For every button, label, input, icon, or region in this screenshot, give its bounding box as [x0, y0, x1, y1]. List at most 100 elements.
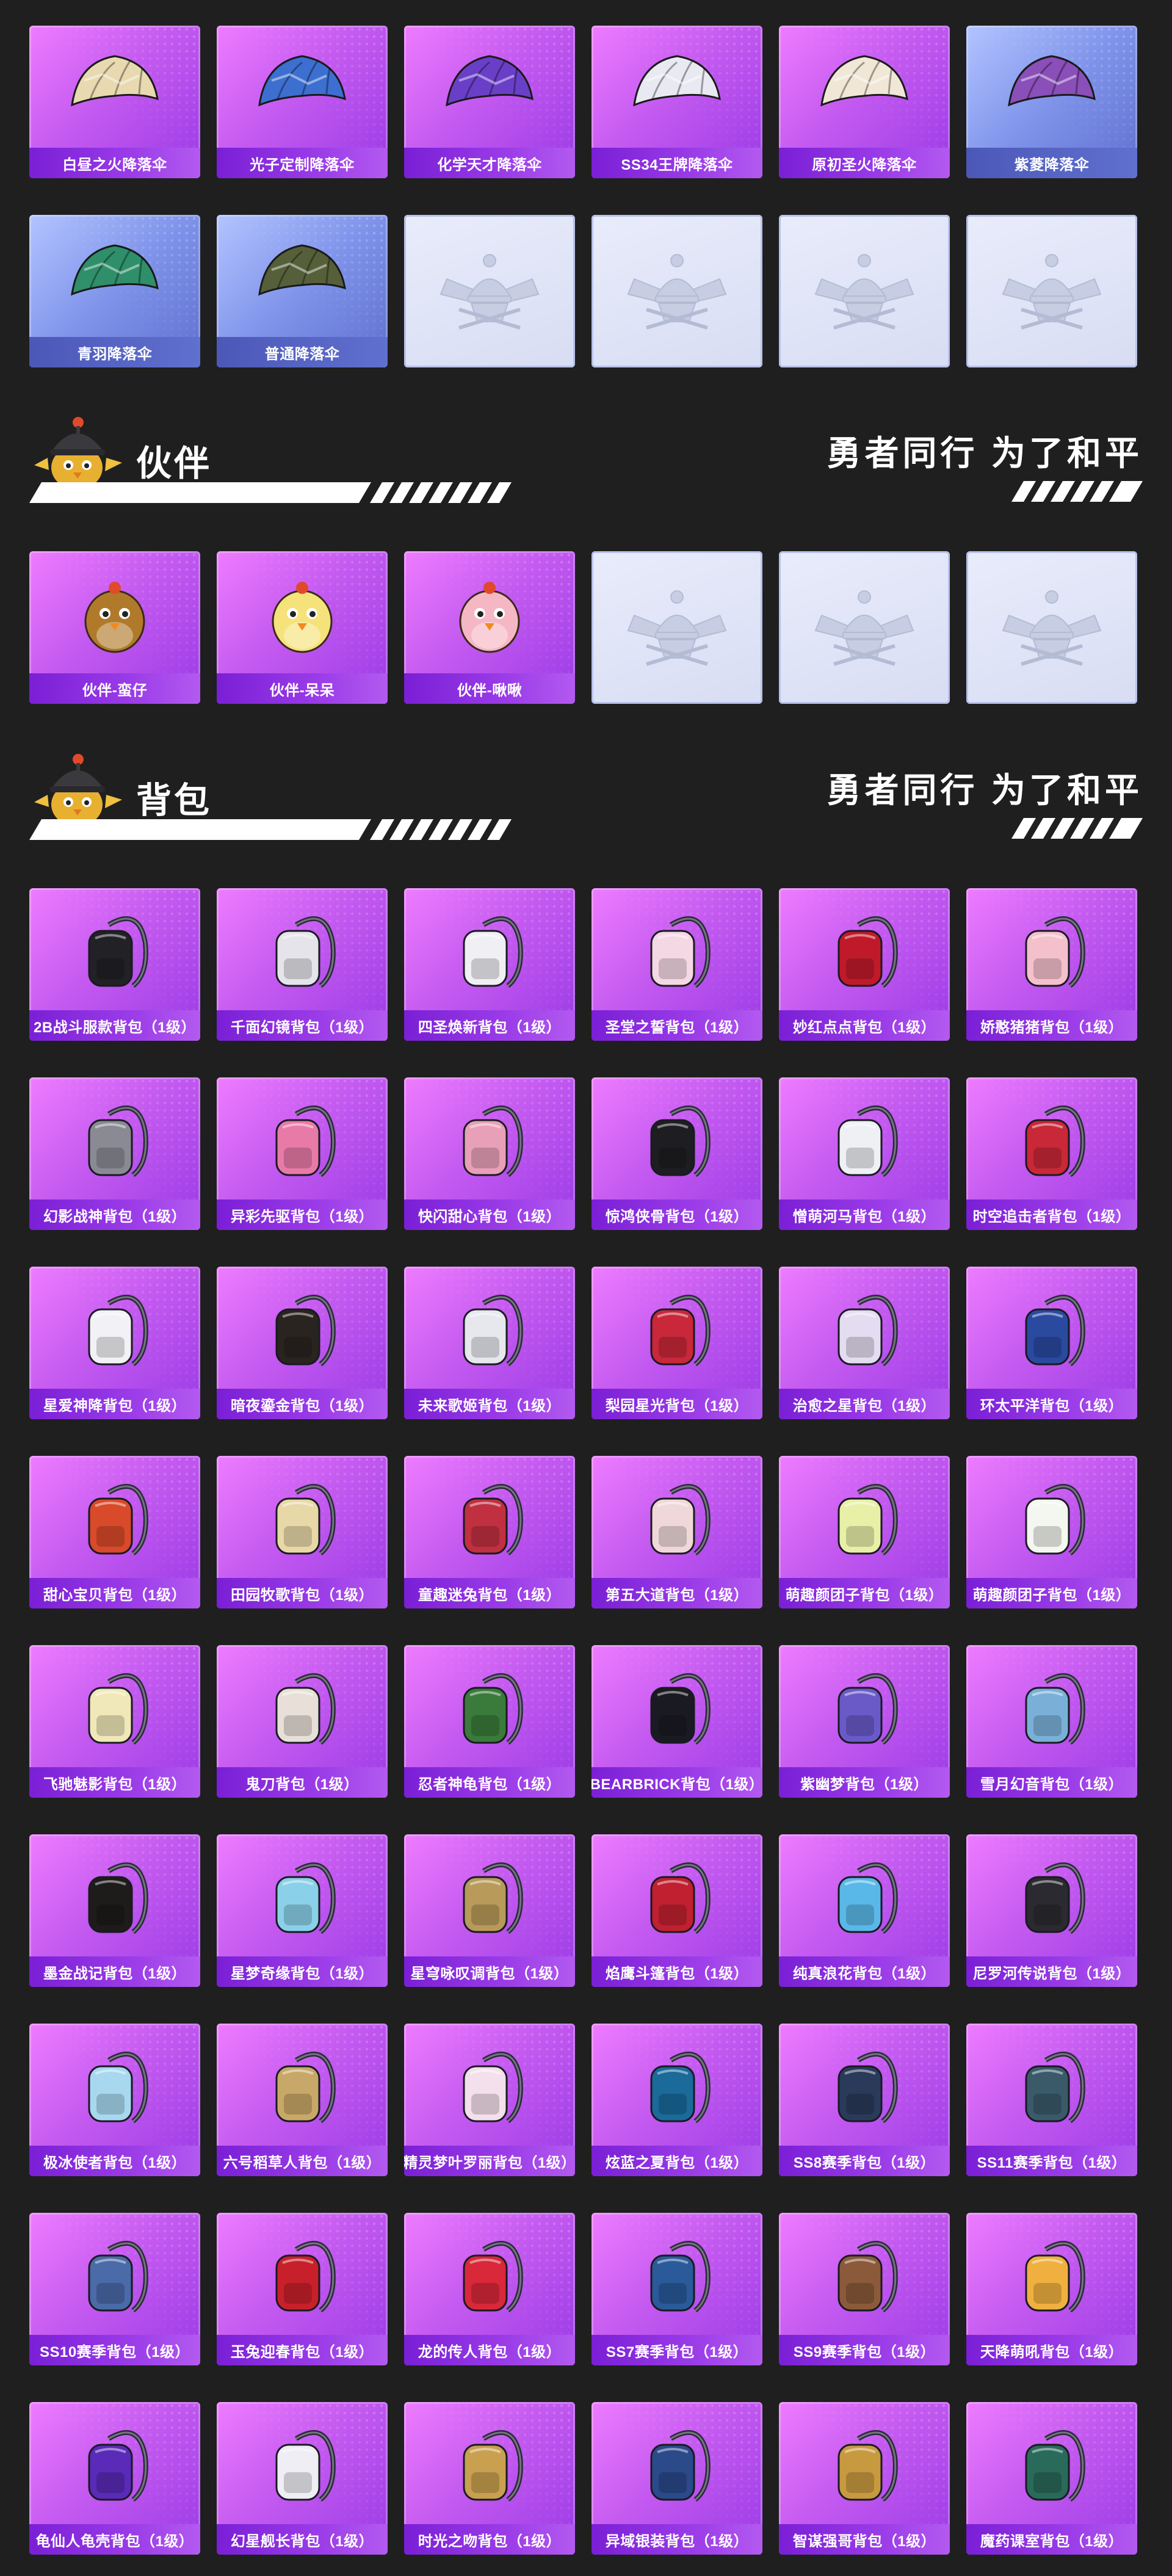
backpack-card[interactable]: 天降萌吼背包（1级）: [966, 2213, 1137, 2365]
backpack-card[interactable]: 焰鹰斗篷背包（1级）: [591, 1834, 762, 1987]
backpack-card[interactable]: SS7赛季背包（1级）: [591, 2213, 762, 2365]
backpack-card[interactable]: 治愈之星背包（1级）: [779, 1267, 950, 1419]
backpack-card[interactable]: 龟仙人龟壳背包（1级）: [29, 2402, 200, 2555]
backpack-card[interactable]: 玉兔迎春背包（1级）: [217, 2213, 388, 2365]
backpack-name: 2B战斗服款背包（1级）: [29, 1010, 200, 1041]
backpack-card[interactable]: 憎萌河马背包（1级）: [779, 1077, 950, 1230]
backpack-card[interactable]: SS11赛季背包（1级）: [966, 2024, 1137, 2176]
backpack-icon: [1025, 1484, 1085, 1556]
empty-slot: [591, 215, 762, 367]
backpack-card[interactable]: BEARBRICK背包（1级）: [591, 1645, 762, 1798]
backpack-icon: [650, 1295, 711, 1367]
backpack-card[interactable]: 飞驰魅影背包（1级）: [29, 1645, 200, 1798]
backpack-card[interactable]: 快闪甜心背包（1级）: [404, 1077, 575, 1230]
placeholder-emblem-icon: [814, 590, 914, 666]
backpack-name: 鬼刀背包（1级）: [217, 1767, 388, 1798]
backpack-card[interactable]: 四圣焕新背包（1级）: [404, 888, 575, 1041]
backpack-card[interactable]: 尼罗河传说背包（1级）: [966, 1834, 1137, 1987]
backpack-card[interactable]: SS8赛季背包（1级）: [779, 2024, 950, 2176]
backpack-section-header: 背包 勇者同行 为了和平: [29, 746, 1143, 850]
backpack-name: 飞驰魅影背包（1级）: [29, 1767, 200, 1798]
backpack-card[interactable]: 鬼刀背包（1级）: [217, 1645, 388, 1798]
parachute-card[interactable]: 普通降落伞: [217, 215, 388, 367]
title-underline-stripes: [29, 819, 512, 840]
backpack-card[interactable]: 魔药课室背包（1级）: [966, 2402, 1137, 2555]
backpack-card[interactable]: 妙红点点背包（1级）: [779, 888, 950, 1041]
backpack-card[interactable]: 星梦奇缘背包（1级）: [217, 1834, 388, 1987]
backpack-name: SS9赛季背包（1级）: [779, 2335, 950, 2365]
backpack-card[interactable]: 暗夜鎏金背包（1级）: [217, 1267, 388, 1419]
section-title: 伙伴: [136, 444, 212, 483]
backpack-name: 圣堂之誓背包（1级）: [591, 1010, 762, 1041]
backpack-card[interactable]: 异彩先驱背包（1级）: [217, 1077, 388, 1230]
backpack-icon: [837, 1484, 898, 1556]
backpack-card[interactable]: 智谋强哥背包（1级）: [779, 2402, 950, 2555]
backpack-name: 萌趣颜团子背包（1级）: [966, 1578, 1137, 1608]
section-title: 背包: [136, 781, 212, 820]
companion-card[interactable]: 伙伴-蛮仔: [29, 551, 200, 704]
backpack-name: 紫幽梦背包（1级）: [779, 1767, 950, 1798]
backpack-card[interactable]: 龙的传人背包（1级）: [404, 2213, 575, 2365]
backpack-icon: [88, 1673, 148, 1745]
backpack-card[interactable]: 田园牧歌背包（1级）: [217, 1456, 388, 1608]
backpack-card[interactable]: 忍者神龟背包（1级）: [404, 1645, 575, 1798]
backpack-card[interactable]: 雪月幻音背包（1级）: [966, 1645, 1137, 1798]
parachute-name: 紫菱降落伞: [966, 148, 1137, 178]
backpack-icon: [88, 1862, 148, 1934]
backpack-card[interactable]: 墨金战记背包（1级）: [29, 1834, 200, 1987]
parachute-card[interactable]: 白昼之火降落伞: [29, 26, 200, 178]
backpack-card[interactable]: 紫幽梦背包（1级）: [779, 1645, 950, 1798]
backpack-card[interactable]: 梨园星光背包（1级）: [591, 1267, 762, 1419]
parachute-card[interactable]: 光子定制降落伞: [217, 26, 388, 178]
backpack-card[interactable]: 2B战斗服款背包（1级）: [29, 888, 200, 1041]
backpack-card[interactable]: 童趣迷兔背包（1级）: [404, 1456, 575, 1608]
backpack-card[interactable]: 甜心宝贝背包（1级）: [29, 1456, 200, 1608]
companion-section-header: 伙伴 勇者同行 为了和平: [29, 409, 1143, 513]
companion-card[interactable]: 伙伴-啾啾: [404, 551, 575, 704]
backpack-icon: [1025, 1105, 1085, 1178]
backpack-icon: [837, 1673, 898, 1745]
backpack-card[interactable]: 异域银装背包（1级）: [591, 2402, 762, 2555]
backpack-card[interactable]: 精灵梦叶罗丽背包（1级）: [404, 2024, 575, 2176]
placeholder-emblem-icon: [440, 254, 540, 330]
backpack-name: 惊鸿侠骨背包（1级）: [591, 1199, 762, 1230]
parachute-card[interactable]: 化学天才降落伞: [404, 26, 575, 178]
backpack-card[interactable]: 萌趣颜团子背包（1级）: [966, 1456, 1137, 1608]
backpack-icon: [88, 916, 148, 988]
parachute-card[interactable]: 紫菱降落伞: [966, 26, 1137, 178]
backpack-card[interactable]: 炫蓝之夏背包（1级）: [591, 2024, 762, 2176]
parachute-card[interactable]: SS34王牌降落伞: [591, 26, 762, 178]
backpack-card[interactable]: 星穹咏叹调背包（1级）: [404, 1834, 575, 1987]
backpack-card[interactable]: 极冰使者背包（1级）: [29, 2024, 200, 2176]
backpack-card[interactable]: 时光之吻背包（1级）: [404, 2402, 575, 2555]
backpack-card[interactable]: 千面幻镜背包（1级）: [217, 888, 388, 1041]
backpack-icon: [1025, 1862, 1085, 1934]
parachute-card[interactable]: 青羽降落伞: [29, 215, 200, 367]
empty-slot: [966, 215, 1137, 367]
backpack-card[interactable]: 圣堂之誓背包（1级）: [591, 888, 762, 1041]
backpack-card[interactable]: 娇憨猪猪背包（1级）: [966, 888, 1137, 1041]
backpack-card[interactable]: 星爱神降背包（1级）: [29, 1267, 200, 1419]
backpack-card[interactable]: SS9赛季背包（1级）: [779, 2213, 950, 2365]
parachute-card[interactable]: 原初圣火降落伞: [779, 26, 950, 178]
backpack-card[interactable]: 惊鸿侠骨背包（1级）: [591, 1077, 762, 1230]
backpack-card[interactable]: 环太平洋背包（1级）: [966, 1267, 1137, 1419]
backpack-card[interactable]: 未来歌姬背包（1级）: [404, 1267, 575, 1419]
backpack-card[interactable]: 六号稻草人背包（1级）: [217, 2024, 388, 2176]
backpack-icon: [1025, 1295, 1085, 1367]
backpack-card[interactable]: 幻影战神背包（1级）: [29, 1077, 200, 1230]
companion-card[interactable]: 伙伴-呆呆: [217, 551, 388, 704]
backpack-card[interactable]: 时空追击者背包（1级）: [966, 1077, 1137, 1230]
backpack-name: 童趣迷兔背包（1级）: [404, 1578, 575, 1608]
backpack-card[interactable]: 第五大道背包（1级）: [591, 1456, 762, 1608]
backpack-card[interactable]: 纯真浪花背包（1级）: [779, 1834, 950, 1987]
backpack-card[interactable]: 萌趣颜团子背包（1级）: [779, 1456, 950, 1608]
backpack-card[interactable]: 幻星舰长背包（1级）: [217, 2402, 388, 2555]
backpack-name: 智谋强哥背包（1级）: [779, 2524, 950, 2555]
slogan-stripes: [1011, 481, 1143, 502]
backpack-icon: [837, 1295, 898, 1367]
backpack-card[interactable]: SS10赛季背包（1级）: [29, 2213, 200, 2365]
backpack-icon: [463, 1673, 523, 1745]
backpack-icon: [88, 2241, 148, 2313]
empty-slot: [779, 215, 950, 367]
